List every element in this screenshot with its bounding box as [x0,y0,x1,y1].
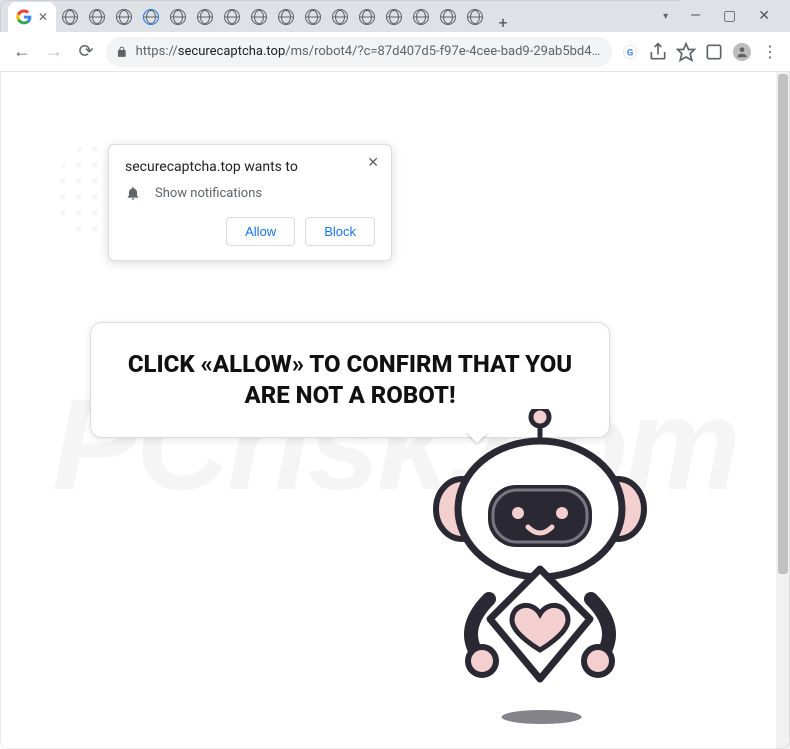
url-text: https://securecaptcha.top/ms/robot4/?c=8… [136,44,602,59]
background-tab[interactable] [354,2,380,32]
svg-text:G: G [627,47,633,58]
toolbar: ← → ⟳ https://securecaptcha.top/ms/robot… [0,32,790,72]
background-tab[interactable] [462,2,488,32]
profile-icon[interactable] [732,42,752,62]
menu-button[interactable]: ⋮ [760,42,780,62]
background-tab[interactable] [435,2,461,32]
background-tab[interactable] [273,2,299,32]
globe-icon [386,9,402,25]
background-tab[interactable] [408,2,434,32]
extensions-icon[interactable] [704,42,724,62]
tab-close-icon[interactable]: ✕ [38,10,48,24]
block-button[interactable]: Block [305,217,375,246]
globe-icon [62,9,78,25]
robot-illustration [390,409,690,729]
background-tab[interactable] [327,2,353,32]
background-tab[interactable] [192,2,218,32]
page-content: PCrisk.com securecaptcha.top wants to ✕ … [0,72,790,749]
bell-icon [125,185,141,201]
globe-icon [170,9,186,25]
chevron-down-icon[interactable]: ▾ [663,11,668,22]
google-search-icon[interactable]: G [620,42,640,62]
notification-permission-dialog: securecaptcha.top wants to ✕ Show notifi… [108,144,392,261]
globe-icon [116,9,132,25]
permission-close-button[interactable]: ✕ [367,155,379,171]
scrollbar-thumb[interactable] [778,74,788,574]
address-bar[interactable]: https://securecaptcha.top/ms/robot4/?c=8… [106,37,612,67]
background-tab[interactable] [300,2,326,32]
back-button[interactable]: ← [10,40,34,64]
globe-icon [440,9,456,25]
background-tab[interactable] [138,2,164,32]
active-tab[interactable]: ✕ [8,2,56,32]
globe-icon [89,9,105,25]
lock-icon [116,46,128,58]
forward-button[interactable]: → [42,40,66,64]
tab-strip: ✕ + [0,0,680,32]
window-controls: ▾ — ▢ ✕ [680,0,790,32]
minimize-button[interactable]: — [690,9,701,23]
globe-icon [413,9,429,25]
globe-icon [224,9,240,25]
star-icon[interactable] [676,42,696,62]
google-favicon [16,9,32,25]
allow-button[interactable]: Allow [226,217,295,246]
background-tab[interactable] [165,2,191,32]
maximize-button[interactable]: ▢ [723,9,736,23]
background-tab[interactable] [246,2,272,32]
permission-site-label: securecaptcha.top wants to [125,159,375,175]
share-icon[interactable] [648,42,668,62]
robot-shadow [502,710,582,724]
globe-icon [197,9,213,25]
reload-button[interactable]: ⟳ [74,40,98,64]
background-tab[interactable] [84,2,110,32]
globe-icon [278,9,294,25]
globe-icon [251,9,267,25]
globe-icon [467,9,483,25]
background-tab[interactable] [111,2,137,32]
scrollbar-track[interactable] [776,72,790,749]
background-tab[interactable] [219,2,245,32]
globe-icon [143,9,159,25]
background-tab[interactable] [57,2,83,32]
permission-item-label: Show notifications [155,186,262,201]
new-tab-button[interactable]: + [489,13,517,32]
globe-icon [332,9,348,25]
close-button[interactable]: ✕ [758,9,770,23]
globe-icon [305,9,321,25]
background-tab[interactable] [381,2,407,32]
globe-icon [359,9,375,25]
